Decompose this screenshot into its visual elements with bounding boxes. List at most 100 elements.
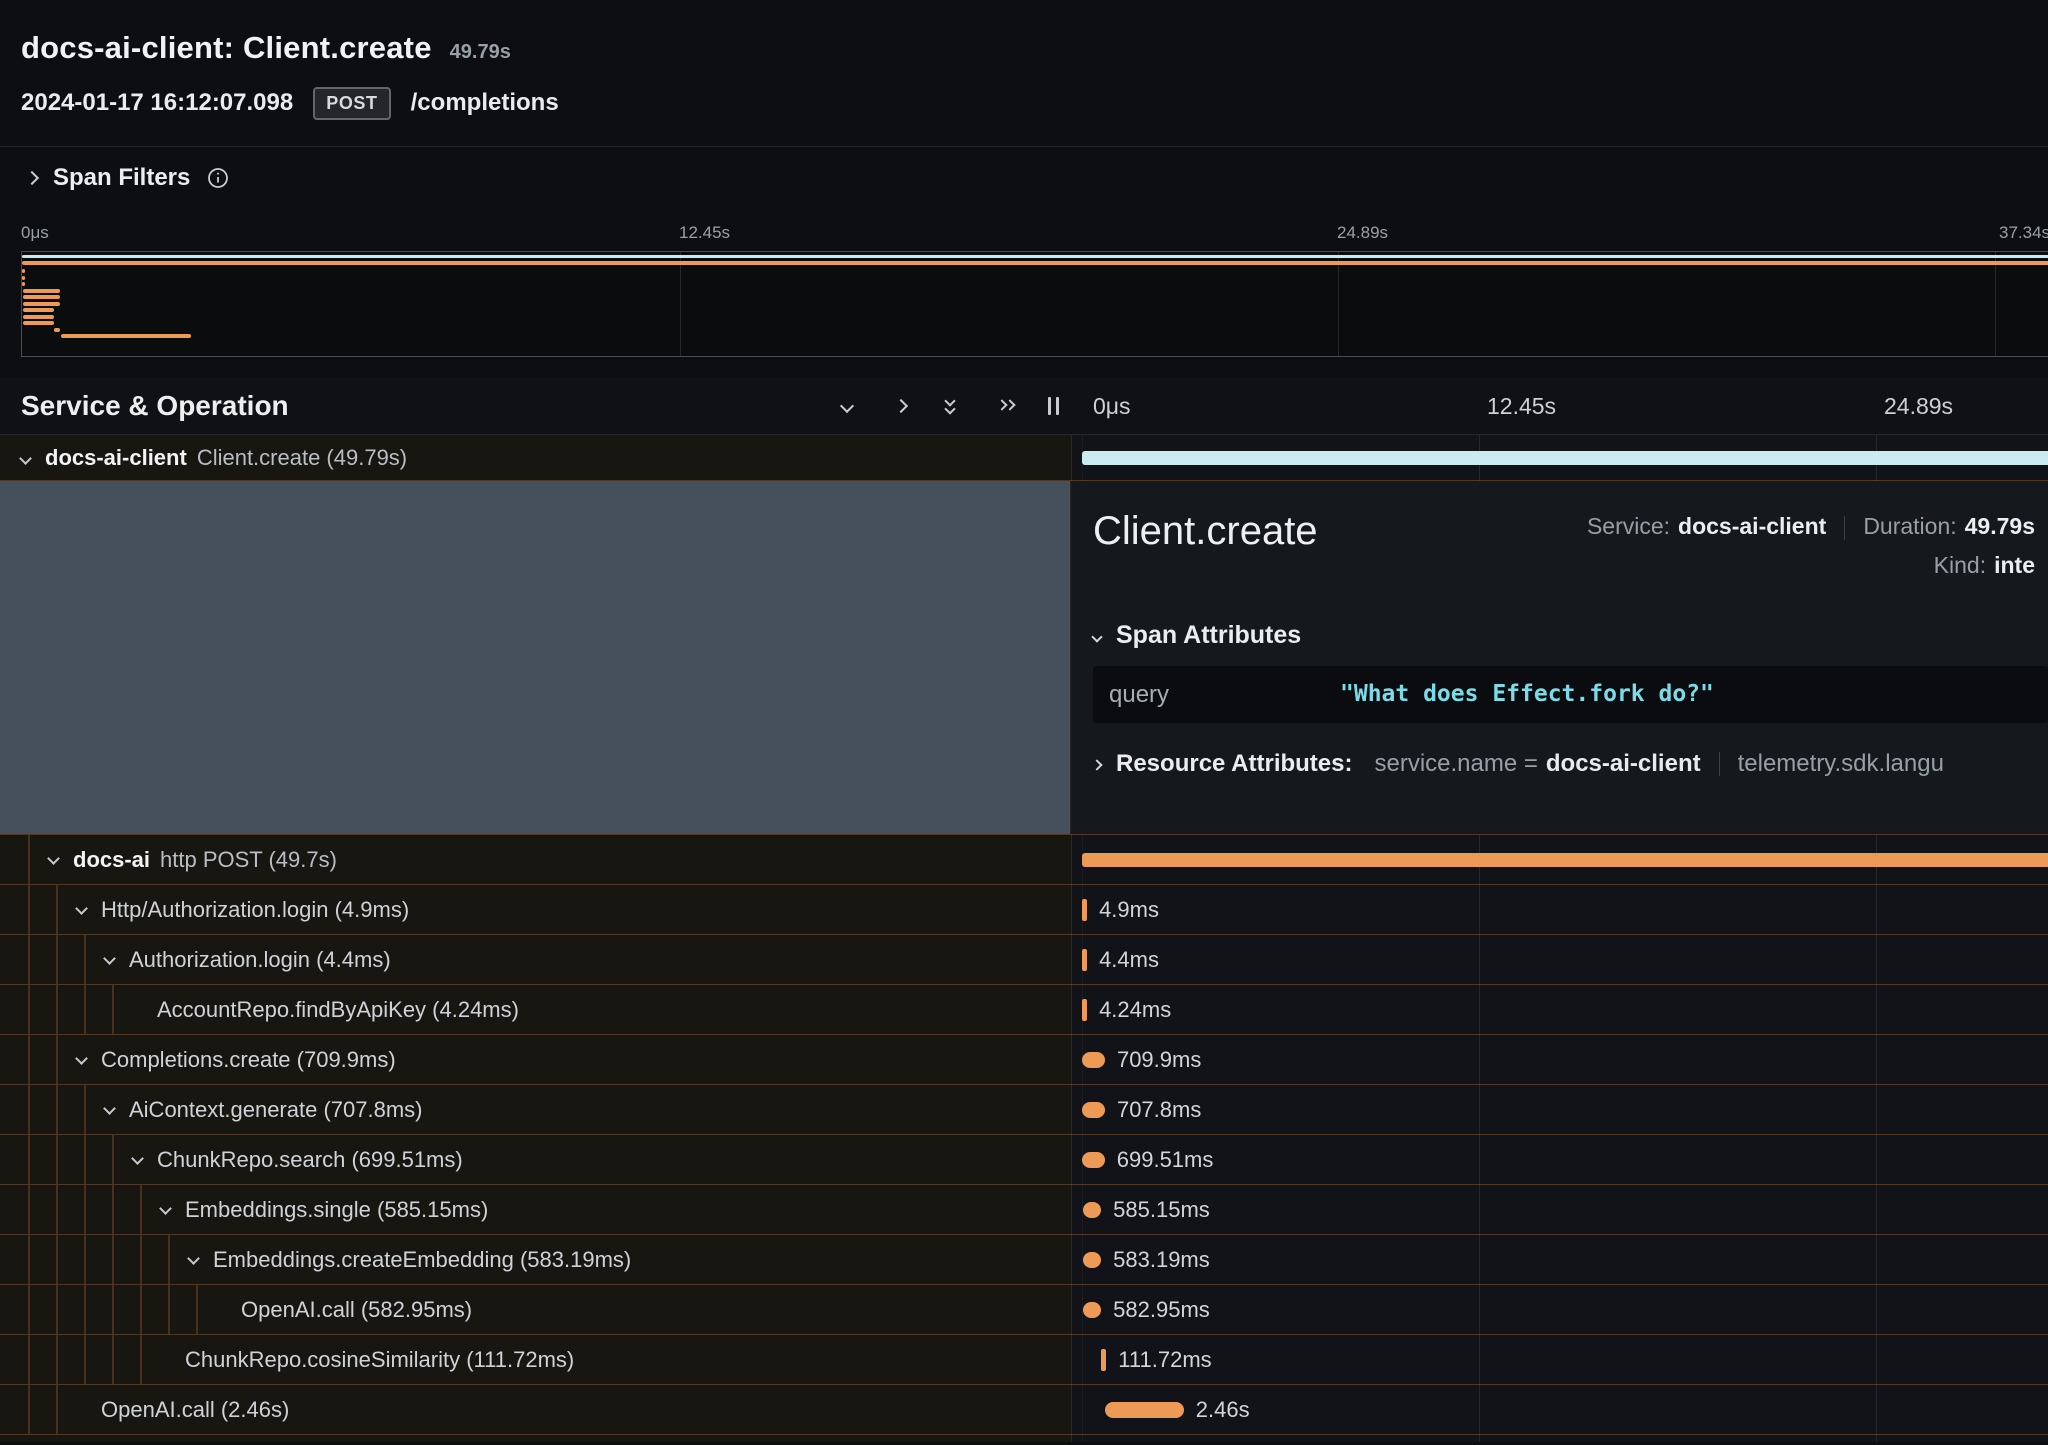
span-duration-bar[interactable] [1082,853,2048,867]
expand-one-icon[interactable] [896,377,906,435]
minimap-tick-label: 37.34s [1999,223,2048,243]
indent-guide [28,1385,30,1434]
indent-guide [84,985,86,1034]
indent-guide [84,1185,86,1234]
span-label: OpenAI.call (582.95ms) [241,1285,472,1334]
collapse-one-icon[interactable] [842,377,852,435]
span-duration-bar[interactable] [1105,1402,1183,1418]
span-row[interactable]: AiContext.generate (707.8ms) 707.8ms [0,1085,2048,1135]
detail-duration-label: Duration: [1863,513,1956,539]
span-row[interactable]: docs-aihttp POST (49.7s) [0,835,2048,885]
span-duration-bar[interactable] [1083,1302,1102,1318]
chevron-down-icon[interactable] [159,1202,172,1215]
span-row[interactable]: OpenAI.call (582.95ms) 582.95ms [0,1285,2048,1335]
timeline-tick-label: 0μs [1093,377,1131,435]
indent-guide [56,1335,58,1384]
attribute-row: query "What does Effect.fork do?" [1093,666,2048,723]
span-rows: docs-ai-clientClient.create (49.79s) Cli… [0,435,2048,1442]
separator [1844,516,1845,540]
span-duration-bar[interactable] [1083,1202,1102,1218]
span-detail-panel: Client.create Service: docs-ai-client Dura… [1071,481,2048,834]
span-row[interactable]: AccountRepo.findByApiKey (4.24ms)4.24ms [0,985,2048,1035]
span-row[interactable]: Http/Authorization.login (4.9ms)4.9ms [0,885,2048,935]
span-label: Embeddings.single (585.15ms) [185,1185,488,1234]
chevron-down-icon[interactable] [131,1152,144,1165]
span-duration-label: 582.95ms [1113,1285,1210,1335]
request-path: /completions [411,89,559,117]
span-duration-label: 4.24ms [1099,985,1171,1035]
span-duration-label: 707.8ms [1117,1085,1201,1135]
chevron-down-icon[interactable] [187,1252,200,1265]
column-resize-handle[interactable] [1048,377,1059,435]
span-duration-bar[interactable] [1082,451,2048,465]
chevron-down-icon[interactable] [47,852,60,865]
timeline-minimap[interactable] [21,251,2048,357]
span-duration-label: 111.72ms [1118,1335,1211,1385]
span-duration-label: 583.19ms [1113,1235,1210,1285]
span-label: OpenAI.call (2.46s) [101,1385,289,1434]
indent-guide [112,985,114,1034]
span-detail-left-panel [0,481,1071,834]
span-duration-bar[interactable] [1082,899,1087,921]
chevron-down-icon[interactable] [103,1102,116,1115]
resource-attribute-key: service.name = [1374,750,1537,778]
indent-guide [56,985,58,1034]
indent-guide [168,1285,170,1334]
info-icon[interactable] [206,166,230,190]
detail-service-label: Service: [1587,513,1670,539]
detail-duration-value: 49.79s [1965,513,2035,539]
span-row[interactable]: Embeddings.single (585.15ms) 585.15ms [0,1185,2048,1235]
span-duration-bar[interactable] [1083,1252,1102,1268]
indent-guide [140,1335,142,1384]
span-row[interactable]: Embeddings.createEmbedding (583.19ms)583… [0,1235,2048,1285]
indent-guide [28,935,30,984]
indent-guide [112,1285,114,1334]
minimap-span-bar [22,282,25,286]
span-duration-label: 585.15ms [1113,1185,1210,1235]
minimap-span-bar [54,328,60,332]
span-duration-bar[interactable] [1082,1052,1105,1068]
collapse-all-icon[interactable] [944,377,958,435]
trace-total-duration: 49.79s [450,41,511,64]
detail-span-title: Client.create [1093,509,1318,579]
span-row[interactable]: ChunkRepo.cosineSimilarity (111.72ms)111… [0,1335,2048,1385]
span-attributes-toggle[interactable]: Span Attributes [1093,621,2048,650]
span-label: AiContext.generate (707.8ms) [129,1085,423,1134]
span-duration-bar[interactable] [1082,1102,1105,1118]
resource-attributes-toggle[interactable]: Resource Attributes: service.name = docs… [1093,750,2048,778]
span-filters-toggle[interactable]: Span Filters [0,147,2048,201]
chevron-down-icon[interactable] [19,452,32,465]
indent-guide [28,1185,30,1234]
chevron-down-icon[interactable] [103,952,116,965]
span-duration-bar[interactable] [1082,949,1087,971]
trace-viewer: docs-ai-client: Client.create 49.79s 202… [0,0,2048,1445]
span-row[interactable]: OpenAI.call (2.46s)2.46s [0,1385,2048,1435]
span-duration-label: 4.4ms [1099,935,1159,985]
span-row[interactable]: Completions.create (709.9ms)709.9ms [0,1035,2048,1085]
span-duration-bar[interactable] [1082,999,1087,1021]
span-attributes-label: Span Attributes [1116,621,1301,650]
span-label: Http/Authorization.login (4.9ms) [101,885,409,934]
indent-guide [56,885,58,934]
indent-guide [28,1085,30,1134]
indent-guide [56,1385,58,1434]
chevron-down-icon [1091,631,1102,642]
minimap-span-bar [23,302,60,306]
indent-guide [28,985,30,1034]
chevron-down-icon[interactable] [75,902,88,915]
expand-all-icon[interactable] [998,377,1018,435]
minimap-tick-label: 12.45s [679,223,730,243]
span-row[interactable]: Authorization.login (4.4ms)4.4ms [0,935,2048,985]
indent-guide [28,885,30,934]
span-duration-bar[interactable] [1101,1349,1106,1371]
minimap-span-bar [23,289,61,293]
span-row[interactable]: ChunkRepo.search (699.51ms)699.51ms [0,1135,2048,1185]
span-row[interactable]: docs-ai-clientClient.create (49.79s) [0,435,2048,481]
http-method-badge: POST [313,87,390,120]
indent-guide [56,1285,58,1334]
chevron-down-icon[interactable] [75,1052,88,1065]
detail-service-value: docs-ai-client [1678,513,1826,539]
attribute-key: query [1109,666,1169,723]
minimap-axis: 0μs 12.45s 24.89s 37.34s [0,223,2048,247]
span-duration-bar[interactable] [1082,1152,1104,1168]
